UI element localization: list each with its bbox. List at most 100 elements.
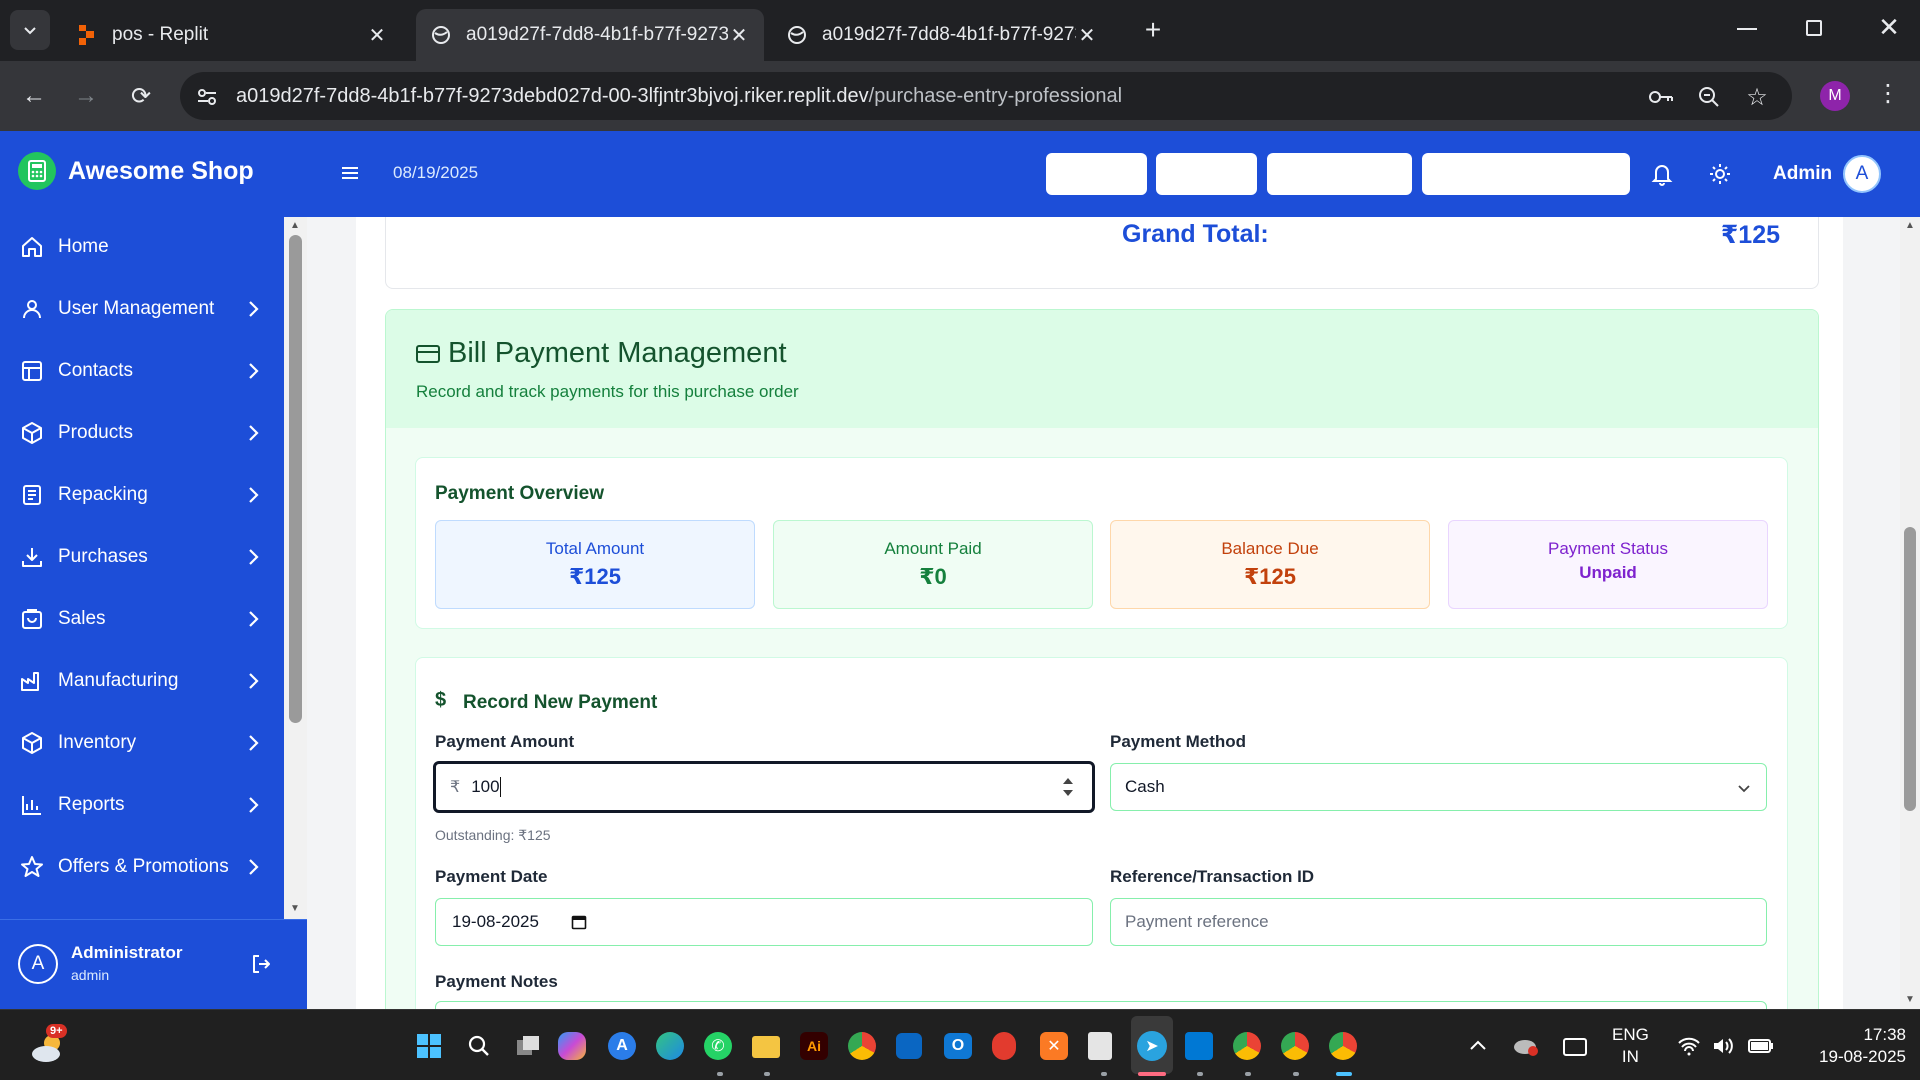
sidebar-item-purchases[interactable]: Purchases: [0, 532, 280, 582]
brand[interactable]: Awesome Shop: [18, 152, 254, 190]
admin-avatar[interactable]: A: [1843, 155, 1881, 193]
telegram-icon[interactable]: ➤: [1137, 1031, 1167, 1061]
sidebar-item-label: Sales: [58, 608, 106, 629]
sidebar-item-manufacturing[interactable]: Manufacturing: [0, 656, 280, 706]
tray-chevron-icon[interactable]: [1468, 1036, 1488, 1056]
app-store-icon[interactable]: A: [608, 1032, 636, 1060]
sidebar-item-sales[interactable]: Sales: [0, 594, 280, 644]
star-icon: [19, 854, 45, 880]
close-icon[interactable]: ✕: [366, 23, 388, 48]
outlook-icon[interactable]: O: [944, 1033, 972, 1059]
password-key-icon[interactable]: [1648, 84, 1674, 110]
chrome-profile-icon[interactable]: [1281, 1032, 1309, 1060]
user-role: admin: [71, 967, 110, 983]
repack-icon: [19, 482, 45, 508]
profile-avatar[interactable]: M: [1820, 81, 1850, 111]
chrome-profile-icon[interactable]: [1329, 1032, 1357, 1060]
language-indicator[interactable]: ENG IN: [1612, 1024, 1649, 1068]
chevron-right-icon: [242, 607, 266, 631]
minimize-icon[interactable]: [1737, 28, 1757, 30]
close-window-icon[interactable]: ✕: [1874, 12, 1904, 42]
header-quick-button-2[interactable]: [1156, 153, 1257, 195]
sidebar-item-inventory[interactable]: Inventory: [0, 718, 280, 768]
sidebar-item-home[interactable]: Home: [0, 222, 280, 272]
reference-input[interactable]: Payment reference: [1110, 898, 1767, 946]
tab-active-app[interactable]: a019d27f-7dd8-4b1f-b77f-9273 ✕: [416, 9, 764, 61]
vscode-icon[interactable]: [1185, 1032, 1213, 1060]
sidebar-scrollbar[interactable]: ▲ ▼: [284, 217, 307, 919]
battery-icon[interactable]: [1748, 1038, 1774, 1054]
sidebar-item-contacts[interactable]: Contacts: [0, 346, 280, 396]
notepad-icon[interactable]: [1088, 1032, 1112, 1060]
whatsapp-icon[interactable]: ✆: [704, 1032, 732, 1060]
bell-icon[interactable]: [1651, 162, 1675, 186]
windows-start-icon[interactable]: [413, 1030, 445, 1062]
scrollbar-thumb[interactable]: [1904, 527, 1916, 811]
menu-icon[interactable]: [338, 161, 362, 185]
chrome-icon[interactable]: [848, 1032, 876, 1060]
clock-time: 17:38: [1863, 1025, 1906, 1044]
scrollbar-thumb[interactable]: [289, 235, 302, 723]
volume-icon[interactable]: [1712, 1036, 1736, 1056]
active-indicator: [1138, 1072, 1166, 1076]
sidebar-item-offers-promotions[interactable]: Offers & Promotions: [0, 842, 280, 892]
calendar-icon[interactable]: [571, 914, 587, 930]
sidebar-item-repacking[interactable]: Repacking: [0, 470, 280, 520]
edge-icon[interactable]: [656, 1032, 684, 1060]
sales-icon: [19, 606, 45, 632]
payment-notes-input[interactable]: [435, 1001, 1767, 1009]
payment-method-select[interactable]: Cash: [1110, 763, 1767, 811]
sidebar-item-user-management[interactable]: User Management: [0, 284, 280, 334]
number-stepper-icon[interactable]: [1062, 773, 1074, 801]
illustrator-icon[interactable]: Ai: [800, 1032, 828, 1060]
close-icon[interactable]: ✕: [728, 23, 750, 48]
tab-replit[interactable]: pos - Replit ✕: [62, 9, 402, 61]
xampp-icon[interactable]: ✕: [1040, 1032, 1068, 1060]
new-tab-button[interactable]: +: [1138, 15, 1168, 45]
overview-title: Payment Overview: [435, 483, 604, 504]
sidebar-item-reports[interactable]: Reports: [0, 780, 280, 830]
contacts-icon: [19, 358, 45, 384]
site-info-icon[interactable]: [194, 84, 220, 110]
running-indicator: [1293, 1072, 1299, 1076]
weather-icon[interactable]: 9+: [28, 1024, 68, 1064]
chevron-right-icon: [242, 359, 266, 383]
header-quick-button-4[interactable]: [1422, 153, 1630, 195]
restore-icon[interactable]: [1806, 20, 1822, 36]
copilot-icon[interactable]: [558, 1032, 586, 1060]
ms-store-icon[interactable]: [896, 1033, 922, 1059]
payment-date-input[interactable]: 19-08-2025: [435, 898, 1093, 946]
reload-icon[interactable]: ⟳: [123, 78, 159, 114]
address-bar[interactable]: a019d27f-7dd8-4b1f-b77f-9273debd027d-00-…: [180, 72, 1792, 120]
browser-menu-icon[interactable]: ⋮: [1876, 79, 1900, 113]
payment-amount-input[interactable]: ₹ 100: [433, 761, 1095, 813]
running-indicator: [764, 1072, 770, 1076]
display-icon[interactable]: [1563, 1038, 1587, 1056]
main-scrollbar[interactable]: ▲ ▼: [1900, 217, 1920, 1009]
search-icon[interactable]: [463, 1030, 495, 1062]
active-indicator: [1336, 1072, 1352, 1076]
clock[interactable]: 17:38 19-08-2025: [1796, 1024, 1906, 1068]
close-icon[interactable]: ✕: [1076, 23, 1098, 48]
box-icon: [19, 420, 45, 446]
sidebar-item-products[interactable]: Products: [0, 408, 280, 458]
theme-sun-icon[interactable]: [1708, 162, 1732, 186]
forward-icon[interactable]: →: [68, 78, 104, 114]
payment-amount-value: 100: [471, 777, 500, 796]
task-view-icon[interactable]: [512, 1030, 544, 1062]
admin-name[interactable]: Admin: [1773, 163, 1832, 185]
wifi-icon[interactable]: [1677, 1036, 1701, 1056]
onedrive-icon[interactable]: [1512, 1036, 1540, 1056]
stat-label: Balance Due: [1221, 539, 1319, 558]
header-quick-button-1[interactable]: [1046, 153, 1147, 195]
logout-icon[interactable]: [250, 952, 276, 978]
file-explorer-icon[interactable]: [752, 1036, 780, 1058]
tab-app-2[interactable]: a019d27f-7dd8-4b1f-b77f-9273 ✕: [772, 9, 1112, 61]
header-quick-button-3[interactable]: [1267, 153, 1412, 195]
chrome-profile-icon[interactable]: [1233, 1032, 1261, 1060]
tab-search-button[interactable]: [10, 10, 50, 50]
back-icon[interactable]: ←: [16, 78, 52, 114]
zoom-icon[interactable]: [1696, 84, 1722, 110]
bookmark-star-icon[interactable]: ☆: [1744, 84, 1770, 111]
git-icon[interactable]: [992, 1032, 1016, 1060]
